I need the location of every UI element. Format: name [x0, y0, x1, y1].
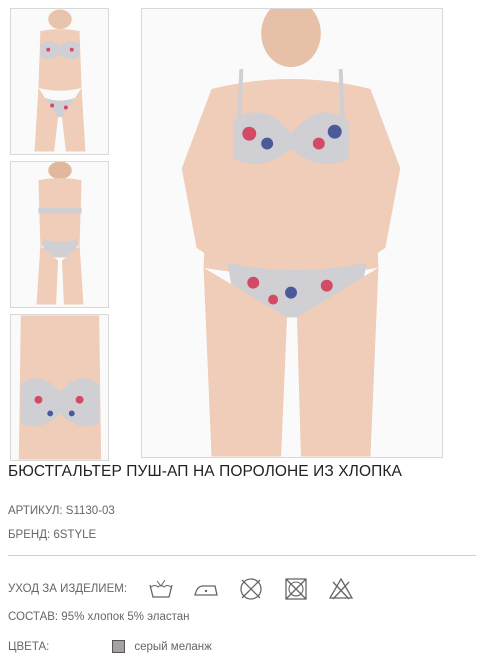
thumbnail-gallery	[10, 8, 111, 467]
no-dry-clean-icon	[237, 576, 265, 602]
product-brand: БРЕНД: 6STYLE	[8, 529, 97, 541]
thumbnail-closeup[interactable]	[10, 314, 109, 461]
thumbnail-back-image	[11, 162, 108, 307]
hand-wash-icon	[147, 576, 175, 602]
main-product-photo[interactable]	[141, 8, 443, 458]
no-bleach-icon	[327, 576, 355, 602]
color-swatch[interactable]	[112, 640, 126, 653]
colors-label: ЦВЕТА:	[8, 640, 50, 653]
iron-low-icon	[192, 576, 220, 602]
product-composition: СОСТАВ: 95% хлопок 5% эластан	[8, 611, 190, 623]
care-instructions: УХОД ЗА ИЗДЕЛИЕМ:	[8, 576, 372, 602]
color-options: ЦВЕТА: серый меланж	[8, 640, 212, 653]
care-label: УХОД ЗА ИЗДЕЛИЕМ:	[8, 583, 128, 595]
thumbnail-front[interactable]	[10, 8, 109, 155]
product-article: АРТИКУЛ: S1130-03	[8, 505, 115, 517]
main-product-image	[142, 9, 442, 457]
care-icons	[147, 576, 372, 602]
thumbnail-back[interactable]	[10, 161, 109, 308]
thumbnail-front-image	[11, 9, 108, 154]
thumbnail-closeup-image	[11, 315, 108, 460]
no-tumble-dry-icon	[282, 576, 310, 602]
product-title: БЮСТГАЛЬТЕР ПУШ-АП НА ПОРОЛОНЕ ИЗ ХЛОПКА	[8, 463, 402, 480]
color-name[interactable]: серый меланж	[134, 641, 212, 653]
divider	[8, 555, 476, 556]
